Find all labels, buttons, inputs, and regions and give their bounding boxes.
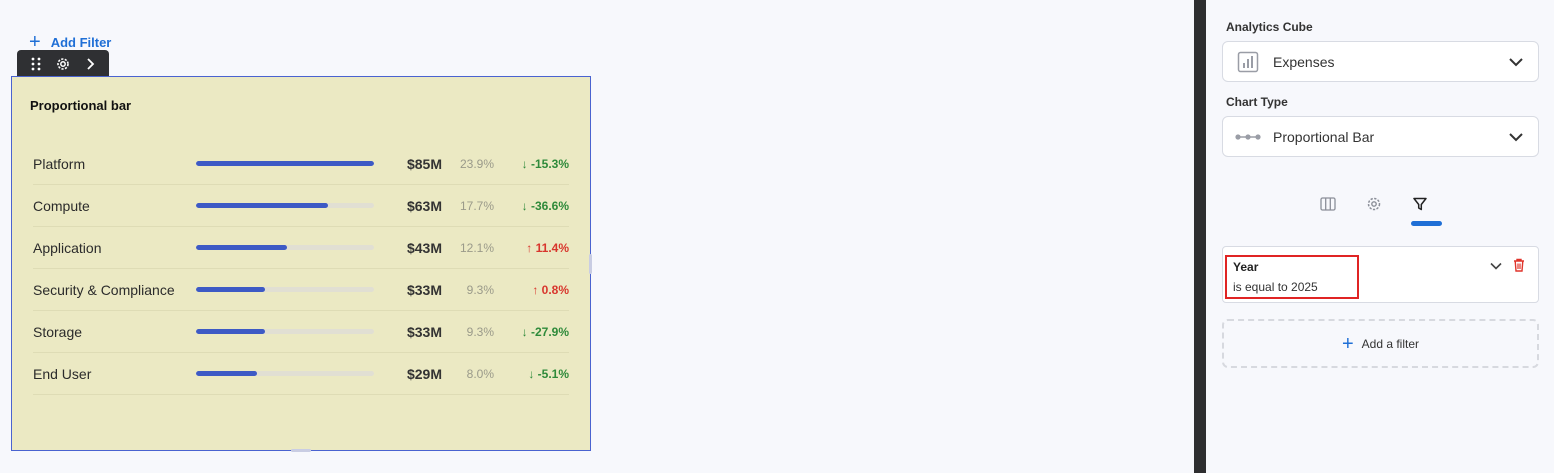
plus-icon: + [1341, 332, 1354, 355]
chart-type-select[interactable]: Proportional Bar [1222, 116, 1539, 157]
row-change: ↑ 0.8% [532, 282, 569, 297]
row-value: $43M [406, 239, 442, 256]
bar-track [196, 287, 374, 292]
chevron-down-icon [1508, 129, 1524, 150]
drag-handle-icon[interactable] [25, 53, 47, 75]
table-row: Application $43M 12.1% ↑ 11.4% [33, 227, 569, 269]
widget-toolbar [17, 50, 109, 78]
active-tab-indicator [1411, 221, 1442, 226]
row-change: ↓ -36.6% [521, 198, 569, 213]
filter-icon [1413, 197, 1427, 216]
trash-icon[interactable] [1513, 258, 1525, 277]
side-resize-handle[interactable] [589, 254, 592, 274]
chevron-down-icon [1508, 54, 1524, 75]
bar-fill [196, 245, 287, 250]
filter-card[interactable]: Year is equal to 2025 [1222, 246, 1539, 303]
table-row: End User $29M 8.0% ↓ -5.1% [33, 353, 569, 395]
settings-panel: Analytics Cube Expenses Chart Type Propo… [1206, 0, 1554, 473]
bar-fill [196, 203, 328, 208]
add-filter-label: Add Filter [50, 34, 112, 50]
row-change: ↓ -15.3% [521, 156, 569, 171]
add-a-filter-label: Add a filter [1361, 336, 1420, 351]
bottom-resize-handle[interactable] [291, 449, 311, 452]
proportional-bar-icon [1223, 132, 1273, 142]
bar-fill [196, 371, 257, 376]
row-percent: 23.9% [459, 156, 494, 171]
chart-type-label: Chart Type [1226, 95, 1288, 109]
bar-track [196, 245, 374, 250]
row-change: ↓ -5.1% [528, 366, 569, 381]
table-row: Storage $33M 9.3% ↓ -27.9% [33, 311, 569, 353]
bar-track [196, 161, 374, 166]
row-percent: 8.0% [466, 366, 494, 381]
bar-fill [196, 287, 266, 292]
row-percent: 17.7% [459, 198, 494, 213]
filter-description: is equal to 2025 [1233, 280, 1318, 294]
tab-settings[interactable] [1362, 194, 1386, 218]
table-row: Platform $85M 23.9% ↓ -15.3% [33, 143, 569, 185]
add-a-filter-button[interactable]: + Add a filter [1222, 319, 1539, 368]
bar-rows: Platform $85M 23.9% ↓ -15.3% Compute $63… [33, 143, 569, 395]
proportional-bar-widget[interactable]: Proportional bar Platform $85M 23.9% ↓ -… [11, 76, 591, 451]
bar-track [196, 371, 374, 376]
bar-fill [196, 329, 266, 334]
columns-icon [1320, 196, 1336, 216]
filter-name: Year [1233, 260, 1259, 274]
row-name: Platform [33, 155, 86, 172]
row-value: $85M [406, 155, 442, 172]
panel-divider[interactable] [1194, 0, 1206, 473]
panel-tabs [1316, 194, 1432, 218]
row-change: ↑ 11.4% [526, 240, 569, 255]
row-name: Security & Compliance [33, 281, 175, 298]
chart-type-value: Proportional Bar [1273, 128, 1375, 145]
table-row: Security & Compliance $33M 9.3% ↑ 0.8% [33, 269, 569, 311]
analytics-cube-select[interactable]: Expenses [1222, 41, 1539, 82]
tab-filters[interactable] [1408, 194, 1432, 218]
bar-track [196, 203, 374, 208]
widget-title: Proportional bar [30, 98, 132, 113]
row-percent: 9.3% [466, 324, 494, 339]
row-percent: 9.3% [466, 282, 494, 297]
bar-track [196, 329, 374, 334]
row-percent: 12.1% [459, 240, 494, 255]
row-change: ↓ -27.9% [521, 324, 569, 339]
row-name: End User [33, 365, 92, 382]
gear-icon[interactable] [52, 53, 74, 75]
bar-fill [196, 161, 374, 166]
row-value: $33M [406, 281, 442, 298]
plus-icon: + [29, 31, 41, 53]
row-value: $63M [406, 197, 442, 214]
row-value: $33M [406, 323, 442, 340]
row-name: Storage [33, 323, 83, 340]
tab-columns[interactable] [1316, 194, 1340, 218]
gear-icon [1366, 196, 1382, 217]
row-value: $29M [406, 365, 442, 382]
analytics-cube-label: Analytics Cube [1226, 20, 1313, 34]
row-name: Compute [33, 197, 90, 214]
chevron-down-icon[interactable] [1489, 259, 1503, 278]
row-name: Application [33, 239, 102, 256]
analytics-cube-value: Expenses [1273, 53, 1335, 70]
chevron-right-icon[interactable] [79, 53, 101, 75]
add-filter-button[interactable]: + Add Filter [29, 31, 112, 53]
table-row: Compute $63M 17.7% ↓ -36.6% [33, 185, 569, 227]
chart-box-icon [1223, 51, 1273, 73]
